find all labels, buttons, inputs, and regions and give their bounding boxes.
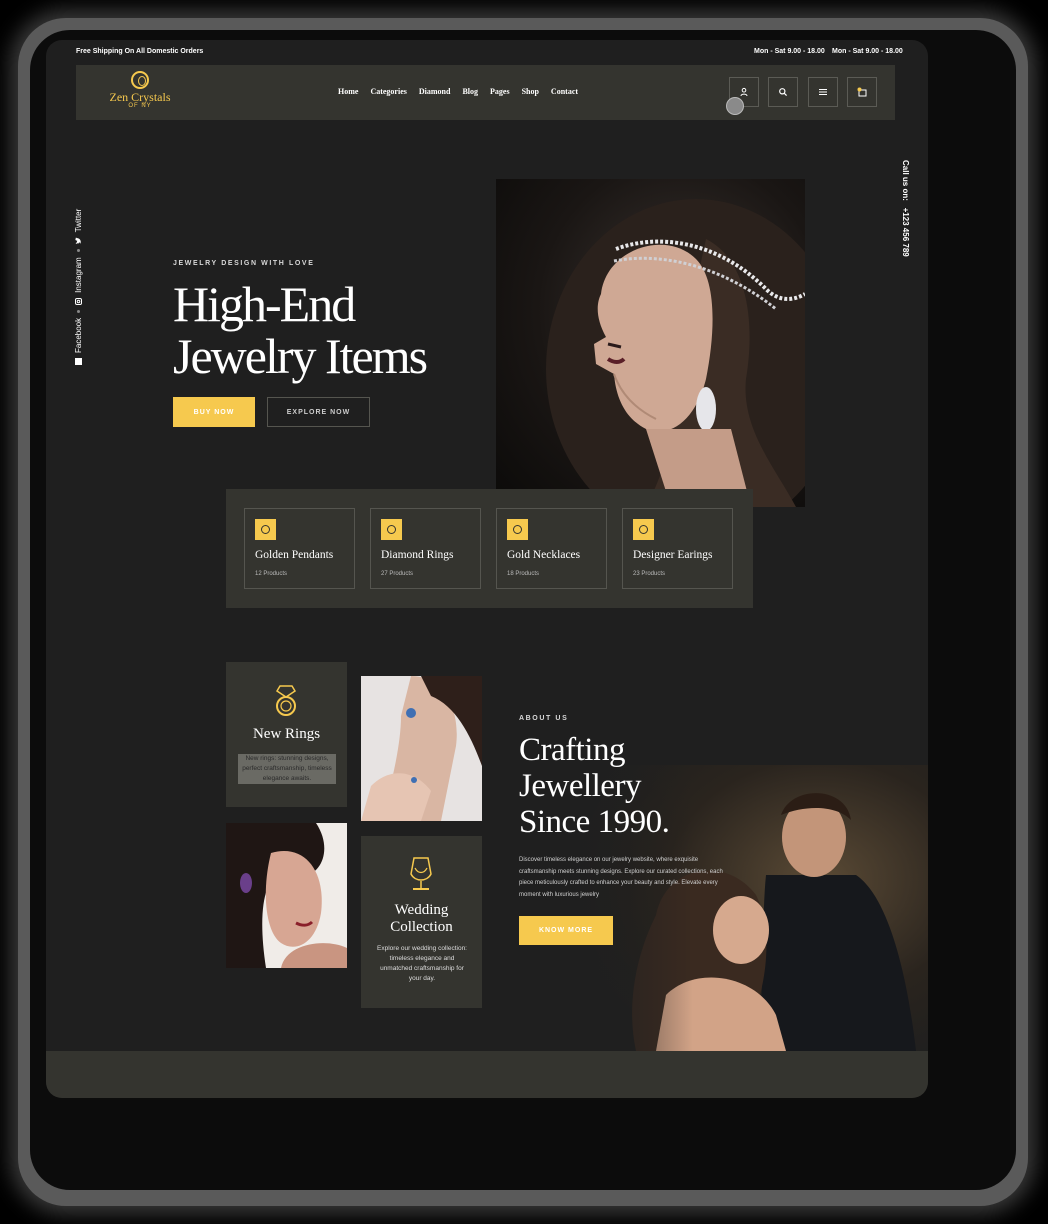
about-title-line-2: Jewellery [519, 768, 641, 804]
category-card[interactable]: Gold Necklaces 18 Products [496, 508, 607, 589]
nav-item-contact[interactable]: Contact [551, 87, 578, 96]
wedding-text: Explore our wedding collection: timeless… [377, 945, 467, 982]
ring-icon [275, 685, 297, 716]
twitter-link[interactable]: Twitter [74, 209, 83, 233]
nav-item-home[interactable]: Home [338, 87, 358, 96]
instagram-icon [75, 297, 82, 305]
explore-now-button[interactable]: EXPLORE NOW [267, 397, 370, 427]
nav-menu: Home Categories Diamond Blog Pages Shop … [338, 87, 578, 96]
new-rings-text: New rings: stunning designs, perfect cra… [238, 754, 336, 784]
about-title-line-1: Crafting [519, 732, 625, 768]
hero-eyebrow: JEWELRY DESIGN WITH LOVE [173, 260, 315, 267]
about-title-line-3: Since 1990. [519, 804, 670, 840]
cart-button[interactable] [847, 77, 877, 107]
pendant-icon [255, 519, 276, 540]
ring-icon [381, 519, 402, 540]
facebook-icon [75, 358, 82, 365]
opening-hours: Mon - Sat 9.00 - 18.00 [754, 48, 825, 55]
nav-item-blog[interactable]: Blog [462, 87, 478, 96]
hero-title-line-2: Jewelry Items [173, 328, 428, 384]
new-rings-tile[interactable]: New Rings New rings: stunning designs, p… [226, 662, 347, 807]
category-count: 27 Products [381, 571, 414, 577]
hero-title-line-1: High-End [173, 276, 356, 332]
necklace-icon [507, 519, 528, 540]
nav-item-diamond[interactable]: Diamond [419, 87, 451, 96]
about-title: Crafting Jewellery Since 1990. [519, 732, 670, 840]
hero-model-image [496, 179, 805, 507]
hero-title: High-End Jewelry Items [173, 276, 428, 384]
main-navigation: Zen Crystals OF NY Home Categories Diamo… [76, 65, 895, 120]
facebook-link[interactable]: Facebook [74, 318, 83, 353]
wedding-title-line-2: Collection [390, 919, 453, 935]
nav-item-shop[interactable]: Shop [522, 87, 539, 96]
nav-item-pages[interactable]: Pages [490, 87, 510, 96]
wedding-collection-tile[interactable]: Wedding Collection Explore our wedding c… [361, 836, 482, 1008]
user-icon [740, 87, 748, 97]
category-title: Designer Earings [633, 549, 713, 561]
logo-name: Zen Crystals [109, 90, 171, 104]
earring-model-photo [361, 676, 482, 821]
about-description: Discover timeless elegance on our jewelr… [519, 857, 723, 898]
logo[interactable]: Zen Crystals OF NY [100, 71, 180, 115]
necklace-stand-icon [410, 857, 432, 890]
category-card[interactable]: Golden Pendants 12 Products [244, 508, 355, 589]
footer-strip [46, 1051, 928, 1098]
shipping-notice: Free Shipping On All Domestic Orders [76, 48, 204, 55]
call-us: Call us on: +123 456 789 [898, 160, 910, 260]
instagram-link[interactable]: Instagram [74, 257, 83, 293]
call-us-phone[interactable]: +123 456 789 [901, 208, 910, 257]
category-strip: Golden Pendants 12 Products Diamond Ring… [226, 489, 753, 608]
category-title: Gold Necklaces [507, 549, 581, 561]
search-icon [779, 88, 788, 97]
nav-item-categories[interactable]: Categories [370, 87, 406, 96]
about-eyebrow: ABOUT US [519, 715, 569, 722]
logo-mark-icon [131, 71, 149, 89]
menu-button[interactable] [808, 77, 838, 107]
category-card[interactable]: Designer Earings 23 Products [622, 508, 733, 589]
wedding-title-line-1: Wedding [394, 902, 449, 918]
page-canvas: Free Shipping On All Domestic Orders Mon… [46, 40, 928, 1098]
separator-dot [77, 309, 80, 313]
category-title: Golden Pendants [255, 549, 334, 561]
mouse-cursor [726, 97, 744, 115]
social-links: Facebook Instagram Twitter [74, 195, 88, 365]
category-title: Diamond Rings [381, 549, 454, 561]
buy-now-button[interactable]: BUY NOW [173, 397, 255, 427]
category-count: 18 Products [507, 571, 540, 577]
search-button[interactable] [768, 77, 798, 107]
separator-dot [77, 249, 80, 253]
category-card[interactable]: Diamond Rings 27 Products [370, 508, 481, 589]
category-count: 23 Products [633, 571, 666, 577]
earring-icon [633, 519, 654, 540]
call-us-label: Call us on: [901, 160, 910, 201]
know-more-button[interactable]: KNOW MORE [519, 916, 613, 945]
new-rings-title: New Rings [252, 726, 321, 742]
cart-icon [857, 87, 867, 97]
top-bar: Free Shipping On All Domestic Orders Mon… [46, 40, 928, 64]
woman-earrings-photo [226, 823, 347, 968]
opening-hours-secondary: Mon - Sat 9.00 - 18.00 [832, 48, 903, 55]
twitter-icon [75, 237, 81, 245]
menu-icon [819, 89, 827, 95]
category-count: 12 Products [255, 571, 288, 577]
